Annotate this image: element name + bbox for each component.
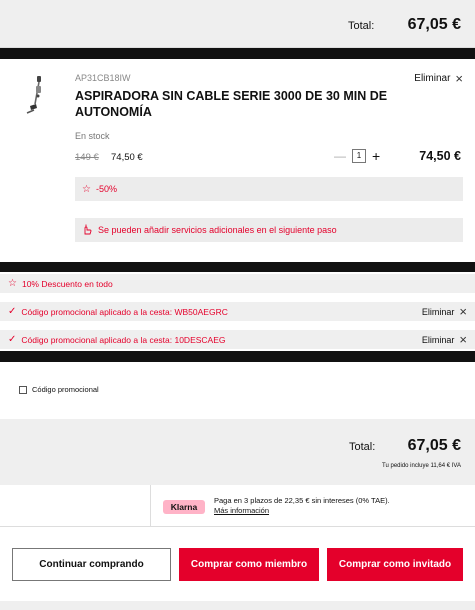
promo-code-toggle[interactable]: Código promocional <box>19 385 99 394</box>
services-note-text: Se pueden añadir servicios adicionales e… <box>98 225 337 235</box>
remove-product-button[interactable]: Eliminar × <box>414 70 463 86</box>
services-note: Se pueden añadir servicios adicionales e… <box>75 218 463 242</box>
divider-bar <box>0 351 475 362</box>
promo-code-checkbox[interactable] <box>19 385 27 394</box>
promotion-text: 10% Descuento en todo <box>21 278 113 289</box>
discount-label: -50% <box>95 184 117 194</box>
total-label: Total: <box>348 20 375 32</box>
hand-pointer-icon <box>82 224 92 237</box>
increase-button[interactable]: + <box>372 148 380 164</box>
divider-bar <box>0 48 475 59</box>
buy-as-guest-button[interactable]: Comprar como invitado <box>327 548 463 581</box>
remove-promo-button[interactable]: Eliminar × <box>422 302 467 321</box>
footer-strip <box>0 601 475 610</box>
promotion-text: Código promocional aplicado a la cesta: … <box>21 306 228 317</box>
klarna-message: Paga en 3 plazos de 22,35 € sin interese… <box>214 496 390 516</box>
quantity-stepper: — 1 + <box>334 148 380 164</box>
remove-label: Eliminar <box>421 334 455 345</box>
vacuum-product-image[interactable] <box>22 74 46 118</box>
close-icon: × <box>455 70 463 86</box>
total-label: Total: <box>349 441 376 453</box>
star-icon: ☆ <box>8 278 17 289</box>
remove-label: Eliminar <box>421 306 455 317</box>
promotion-text: Código promocional aplicado a la cesta: … <box>21 334 226 345</box>
remove-promo-button[interactable]: Eliminar × <box>422 330 467 349</box>
remove-label: Eliminar <box>414 73 451 84</box>
quantity-field[interactable]: 1 <box>352 149 366 163</box>
product-title[interactable]: ASPIRADORA SIN CABLE SERIE 3000 DE 30 MI… <box>75 88 395 120</box>
promotion-row: ✓ Código promocional aplicado a la cesta… <box>0 302 475 321</box>
klarna-text: Paga en 3 plazos de 22,35 € sin interese… <box>214 496 390 505</box>
top-summary: Total: 67,05 € <box>0 0 475 48</box>
klarna-more-info-link[interactable]: Más información <box>214 506 390 516</box>
promo-code-label: Código promocional <box>32 385 99 394</box>
product-sku: AP31CB18IW <box>75 73 131 83</box>
klarna-logo: Klarna <box>163 500 205 514</box>
divider-bar <box>0 262 475 272</box>
total-value: 67,05 € <box>407 16 461 33</box>
total-value: 67,05 € <box>407 437 461 454</box>
stock-status: En stock <box>75 131 110 141</box>
promotion-row: ✓ Código promocional aplicado a la cesta… <box>0 330 475 349</box>
order-summary: Total: 67,05 € Tu pedido incluye 11,64 €… <box>0 419 475 485</box>
decrease-button[interactable]: — <box>334 149 346 163</box>
promotion-row: ☆ 10% Descuento en todo <box>0 274 475 293</box>
old-price: 149 € <box>75 152 99 163</box>
close-icon: × <box>459 331 467 347</box>
klarna-banner: Klarna Paga en 3 plazos de 22,35 € sin i… <box>0 485 475 527</box>
checkmark-icon: ✓ <box>8 306 17 317</box>
close-icon: × <box>459 303 467 319</box>
unit-price: 74,50 € <box>111 152 143 163</box>
line-total: 74,50 € <box>419 149 461 163</box>
checkmark-icon: ✓ <box>8 334 17 345</box>
star-icon: ☆ <box>82 183 91 195</box>
klarna-spacer <box>0 485 151 527</box>
discount-badge: ☆ -50% <box>75 177 463 201</box>
buy-as-member-button[interactable]: Comprar como miembro <box>179 548 319 581</box>
continue-shopping-button[interactable]: Continuar comprando <box>12 548 171 581</box>
vat-note: Tu pedido incluye 11,64 € IVA <box>382 463 461 469</box>
